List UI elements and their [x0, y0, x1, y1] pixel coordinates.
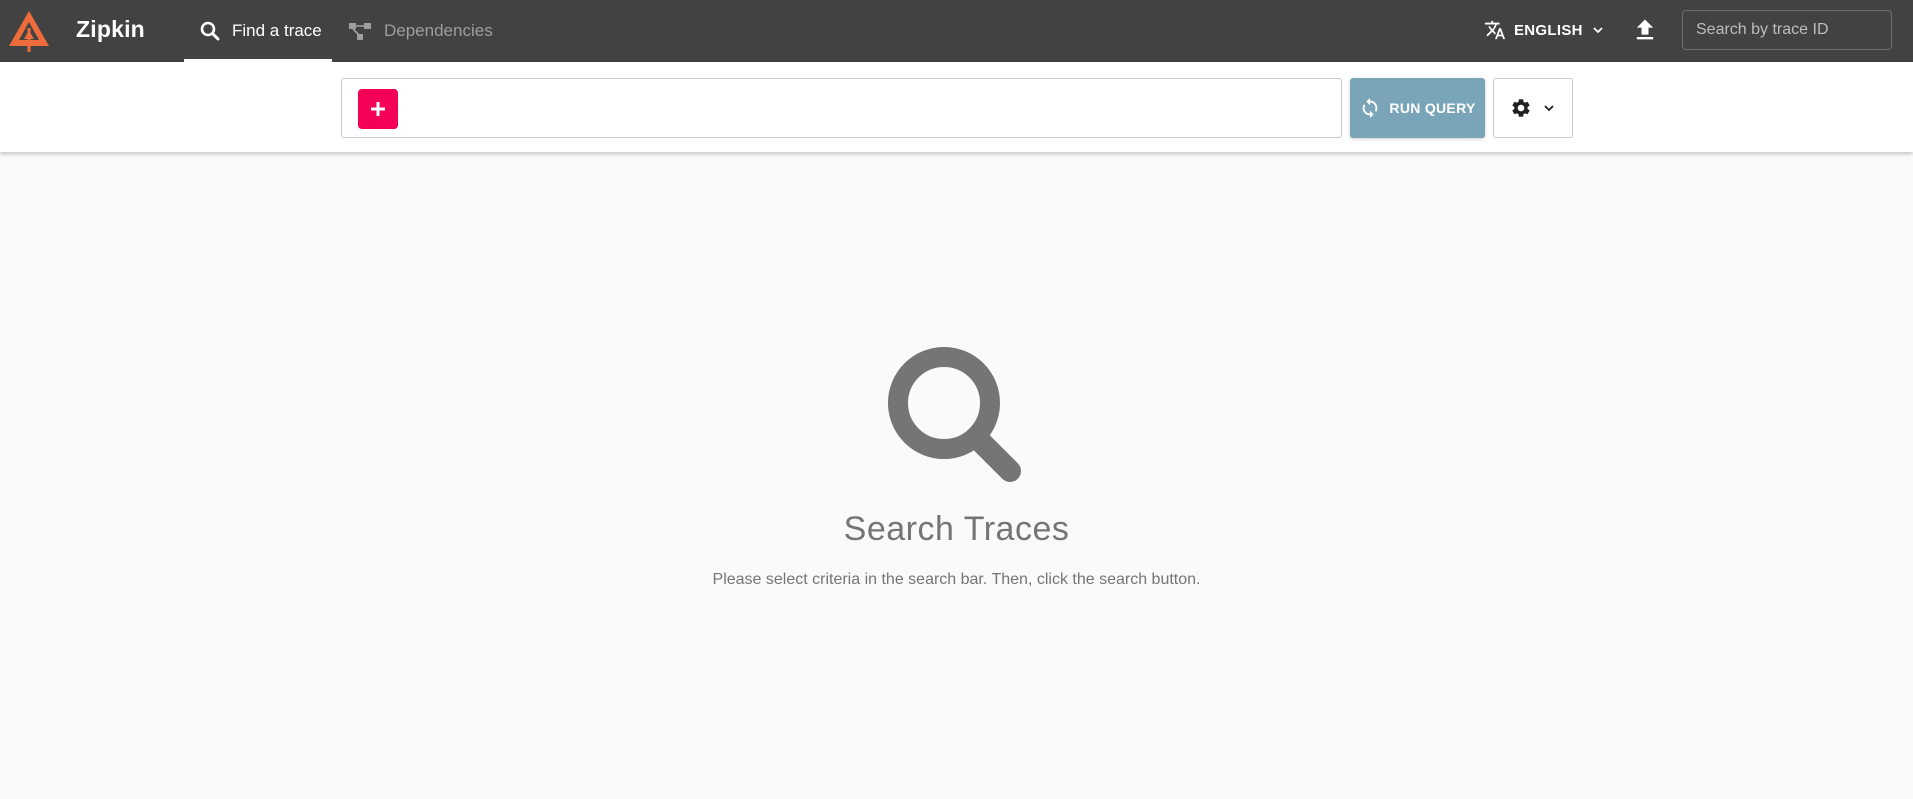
chevron-down-icon: [1593, 27, 1603, 34]
query-bar: RUN QUERY: [0, 62, 1913, 152]
dependencies-icon: [349, 23, 371, 40]
tab-dependencies[interactable]: Dependencies: [346, 0, 493, 62]
language-selector[interactable]: ENGLISH: [1484, 18, 1605, 42]
plus-icon: [371, 102, 385, 116]
search-icon: [200, 21, 220, 41]
sync-icon: [1363, 97, 1378, 119]
brand-title[interactable]: Zipkin: [76, 16, 145, 43]
run-query-label: RUN QUERY: [1389, 100, 1476, 116]
empty-state-title: Search Traces: [843, 510, 1070, 548]
trace-id-search-input[interactable]: [1682, 10, 1892, 50]
tab-label: Dependencies: [384, 21, 493, 40]
add-criteria-button[interactable]: [358, 89, 398, 129]
tab-label: Find a trace: [232, 21, 322, 40]
language-label: ENGLISH: [1514, 21, 1583, 39]
tab-find-a-trace[interactable]: Find a trace: [184, 0, 332, 62]
translate-icon: [1484, 20, 1506, 40]
settings-dropdown-button[interactable]: [1493, 78, 1573, 138]
zipkin-logo-icon[interactable]: [6, 8, 52, 54]
gear-icon: [1512, 99, 1530, 117]
top-app-bar: Zipkin Find a trace Dependencies ENGLISH: [0, 0, 1913, 62]
run-query-button[interactable]: RUN QUERY: [1350, 78, 1485, 138]
chevron-down-icon: [1544, 105, 1554, 112]
search-criteria-field[interactable]: [341, 78, 1342, 138]
search-icon: [888, 347, 1021, 482]
empty-state-message: Please select criteria in the search bar…: [712, 571, 1201, 588]
upload-icon[interactable]: [1631, 16, 1659, 44]
